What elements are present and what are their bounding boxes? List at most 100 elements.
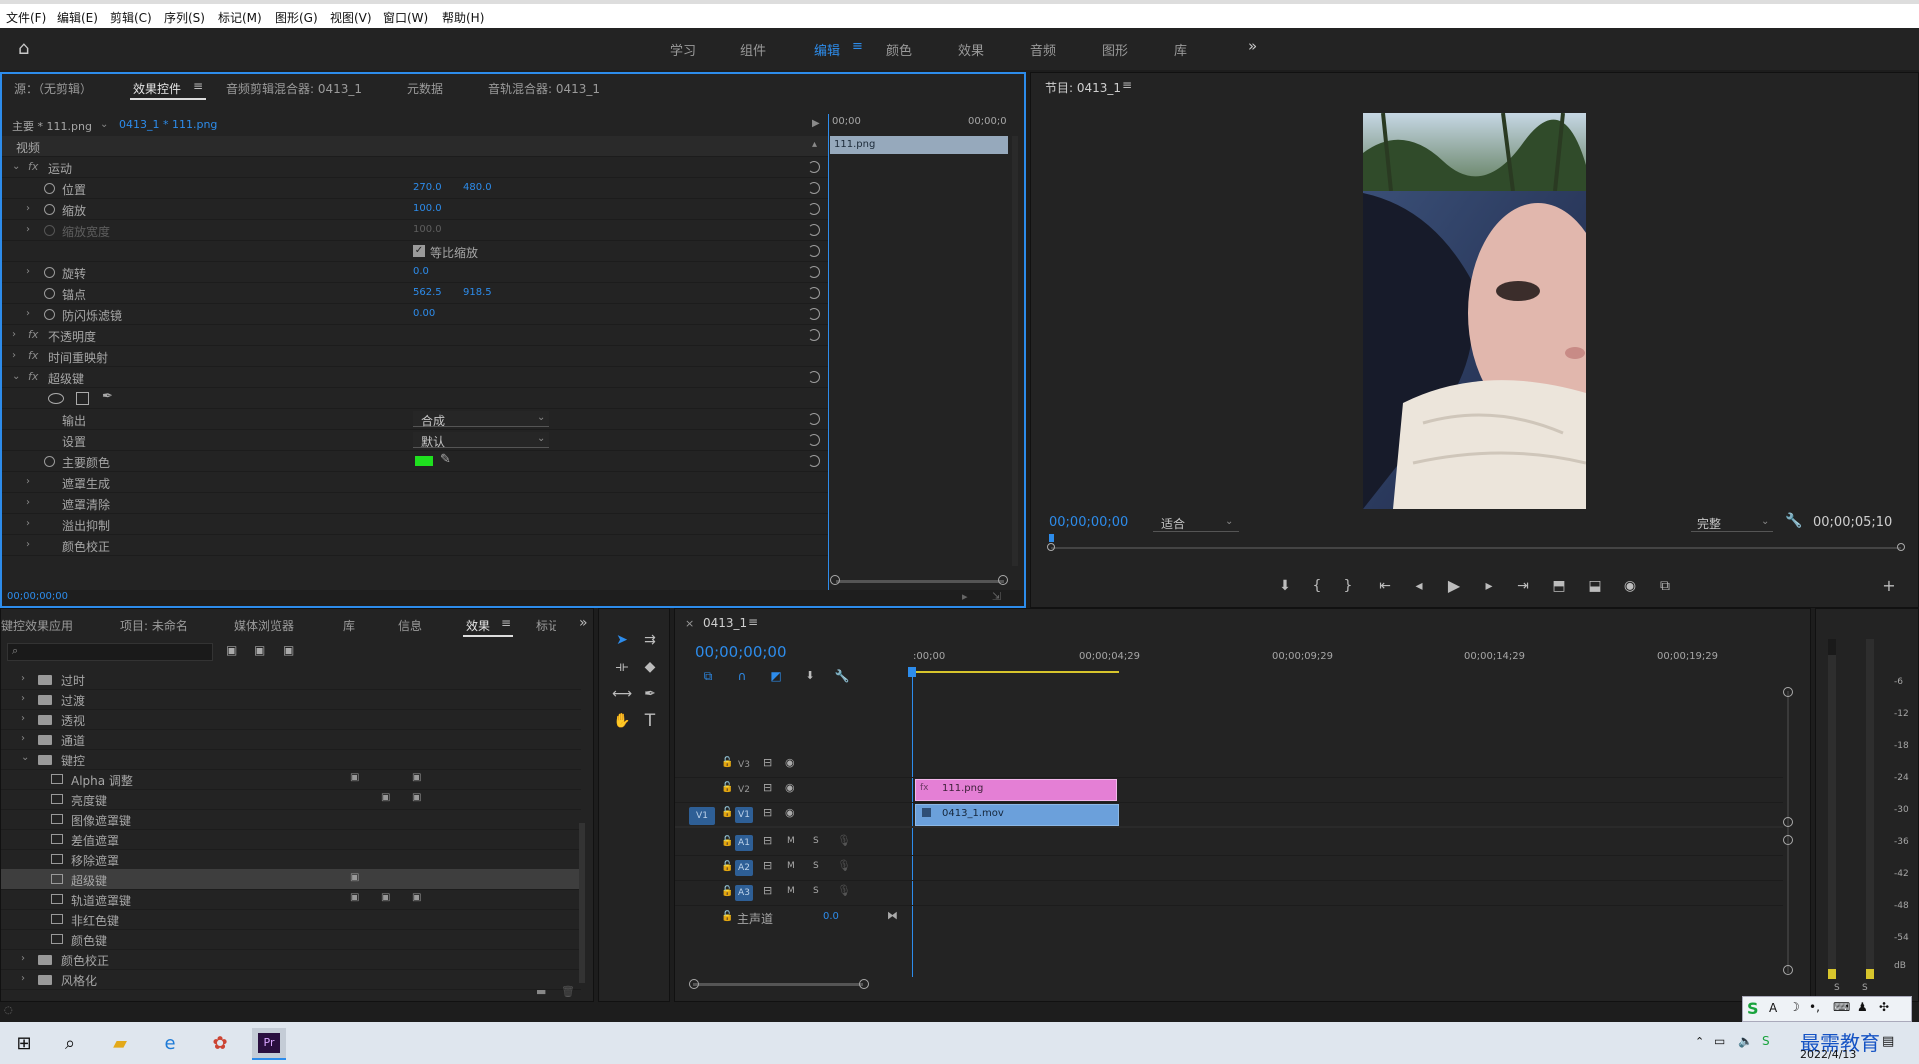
volume-icon[interactable]: 🔈 — [1738, 1034, 1753, 1048]
play-icon[interactable]: ▶ — [1443, 575, 1465, 597]
track-label-v2[interactable]: V2 — [735, 782, 753, 798]
work-area-bar[interactable] — [913, 671, 1119, 673]
ws-color[interactable]: 颜色 — [886, 40, 912, 59]
tray-up-icon[interactable]: ⌃ — [1695, 1035, 1704, 1048]
tab-markers[interactable]: 标记 — [536, 617, 556, 634]
reset-icon[interactable] — [808, 308, 820, 320]
play-only-icon[interactable]: ▶ — [812, 118, 820, 129]
sync-lock-icon[interactable]: ⊟ — [763, 806, 772, 819]
lock-icon[interactable]: 🔓 — [721, 757, 733, 768]
folder-item[interactable]: › 风格化 — [1, 969, 581, 990]
timeline-v-scroll[interactable] — [1787, 691, 1789, 973]
panel-menu-icon[interactable]: ≡ — [1122, 78, 1132, 92]
chevron-right-icon[interactable]: › — [26, 497, 30, 508]
chevron-right-icon[interactable]: › — [26, 476, 30, 487]
matte-clean-row[interactable]: › 遮罩清除 — [2, 493, 828, 514]
rotation-value[interactable]: 0.0 — [413, 266, 429, 277]
pen-mask-icon[interactable]: ✒ — [102, 389, 113, 404]
ws-audio[interactable]: 音频 — [1030, 40, 1056, 59]
mic-icon[interactable]: 🎙 — [837, 884, 851, 897]
reset-icon[interactable] — [808, 245, 820, 257]
anchor-x[interactable]: 562.5 — [413, 287, 442, 298]
lock-icon[interactable]: 🔓 — [721, 886, 733, 897]
effect-item[interactable]: 移除遮罩 — [1, 849, 581, 870]
lock-icon[interactable]: 🔓 — [721, 782, 733, 793]
step-forward-icon[interactable]: ▸ — [1478, 575, 1500, 597]
add-button-icon[interactable]: + — [1878, 575, 1900, 597]
tab-metadata[interactable]: 元数据 — [407, 80, 443, 97]
clip-111-png[interactable]: fx 111.png — [915, 779, 1117, 801]
effect-item[interactable]: 轨道遮罩键 ▣ ▣ ▣ — [1, 889, 581, 910]
ime-mode-icon[interactable]: A — [1769, 1001, 1777, 1015]
motion-row[interactable]: ⌄ fx 运动 — [2, 157, 828, 178]
reset-icon[interactable] — [808, 161, 820, 173]
chevron-down-icon[interactable]: ⌄ — [100, 119, 108, 130]
eye-icon[interactable]: ◉ — [785, 781, 795, 794]
ripple-edit-icon[interactable]: ⟛ — [611, 656, 633, 678]
accelerated-effects-icon[interactable]: ▣ — [226, 643, 237, 657]
hscroll-handle[interactable] — [859, 979, 869, 989]
chevron-right-icon[interactable]: › — [26, 308, 30, 319]
go-to-in-icon[interactable]: ⇤ — [1374, 575, 1396, 597]
moon-icon[interactable]: ☽ — [1789, 1000, 1800, 1014]
track-select-icon[interactable]: ⇉ — [639, 629, 661, 651]
effect-item[interactable]: 差值遮罩 — [1, 829, 581, 850]
key-color-swatch[interactable] — [415, 456, 433, 466]
go-to-end-icon[interactable]: ⧓ — [887, 909, 898, 922]
ime-icon[interactable]: S — [1762, 1034, 1770, 1048]
effect-item[interactable]: 图像遮罩键 — [1, 809, 581, 830]
lift-icon[interactable]: ⬒ — [1548, 575, 1570, 597]
vscroll-handle[interactable] — [1783, 965, 1793, 975]
track-label-a3[interactable]: A3 — [735, 885, 753, 901]
add-marker-icon[interactable]: ⬇ — [799, 665, 821, 687]
master-value[interactable]: 0.0 — [823, 911, 839, 922]
slip-icon[interactable]: ⟷ — [611, 683, 633, 705]
track-label-a1[interactable]: A1 — [735, 835, 753, 851]
rectangle-mask-icon[interactable] — [76, 392, 89, 405]
compare-icon[interactable]: ⧉ — [1654, 575, 1676, 597]
go-to-out-icon[interactable]: ⇥ — [1512, 575, 1534, 597]
nest-icon[interactable]: ⧉ — [697, 665, 719, 687]
tab-libraries[interactable]: 库 — [343, 617, 355, 634]
menu-graphics[interactable]: 图形(G) — [275, 9, 318, 26]
mute-button[interactable]: M — [787, 886, 795, 896]
solo-button[interactable]: S — [813, 836, 819, 846]
timeline-timecode[interactable]: 00;00;00;00 — [695, 643, 787, 661]
ec-playhead[interactable] — [828, 114, 829, 594]
panel-menu-icon[interactable]: ≡ — [501, 616, 511, 630]
timeline-settings-icon[interactable]: 🔧 — [831, 665, 853, 687]
quality-dropdown[interactable]: 完整 ⌄ — [1691, 514, 1773, 532]
eyedropper-icon[interactable]: ✎ — [440, 452, 451, 467]
menu-window[interactable]: 窗口(W) — [383, 9, 428, 26]
clip-0413-mov[interactable]: 0413_1.mov — [915, 804, 1119, 826]
panel-menu-icon[interactable]: ≡ — [748, 615, 758, 629]
reset-icon[interactable] — [808, 434, 820, 446]
track-label-v3[interactable]: V3 — [735, 757, 753, 773]
menu-marker[interactable]: 标记(M) — [218, 9, 262, 26]
effects-search-input[interactable]: ⌕ — [7, 643, 213, 661]
chevron-down-icon[interactable]: ⌄ — [12, 371, 20, 382]
setting-dropdown[interactable]: 默认 ⌄ — [413, 432, 549, 449]
sequence-tab[interactable]: 0413_1 — [703, 616, 747, 630]
selection-tool-icon[interactable]: ➤ — [611, 629, 633, 651]
menu-clip[interactable]: 剪辑(C) — [110, 9, 152, 26]
vscroll-handle[interactable] — [1783, 817, 1793, 827]
panel-menu-icon[interactable]: ≡ — [193, 79, 203, 93]
ellipse-mask-icon[interactable] — [48, 393, 64, 404]
sync-lock-icon[interactable]: ⊟ — [763, 756, 772, 769]
tab-effect-controls[interactable]: 效果控件 — [133, 80, 181, 97]
ws-editing[interactable]: 编辑 — [814, 40, 840, 59]
ws-assembly[interactable]: 组件 — [740, 40, 766, 59]
timeline-h-scroll[interactable] — [693, 983, 863, 986]
hscroll-handle[interactable] — [689, 979, 699, 989]
mic-icon[interactable]: 🎙 — [837, 859, 851, 872]
program-title[interactable]: 节目: 0413_1 — [1045, 79, 1121, 96]
menu-view[interactable]: 视图(V) — [330, 9, 372, 26]
windows-start-icon[interactable]: ⊞ — [10, 1030, 38, 1058]
tab-info[interactable]: 信息 — [398, 617, 422, 634]
close-icon[interactable]: × — [685, 617, 694, 630]
reset-icon[interactable] — [808, 287, 820, 299]
sync-lock-icon[interactable]: ⊟ — [763, 781, 772, 794]
ec-timecode[interactable]: 00;00;00;00 — [7, 591, 68, 602]
video-frame[interactable] — [1363, 113, 1586, 509]
